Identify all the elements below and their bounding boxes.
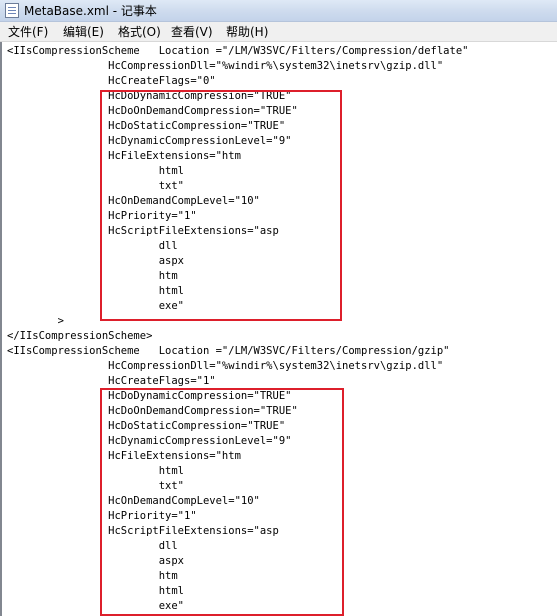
notepad-icon <box>5 3 19 18</box>
text-line: HcDoStaticCompression="TRUE" <box>7 420 286 432</box>
menu-edit[interactable]: 编辑(E) <box>63 24 104 40</box>
menu-bar: 文件(F) 编辑(E) 格式(O) 查看(V) 帮助(H) <box>0 22 557 42</box>
menu-format[interactable]: 格式(O) <box>118 24 161 40</box>
text-line: HcDoDynamicCompression="TRUE" <box>7 390 292 402</box>
text-line: </IIsCompressionScheme> <box>7 330 153 342</box>
text-line: > <box>7 315 64 327</box>
text-line: HcScriptFileExtensions="asp <box>7 525 279 537</box>
text-line: txt" <box>7 480 185 492</box>
text-line: html <box>7 465 185 477</box>
text-line: HcDoOnDemandCompression="TRUE" <box>7 405 298 417</box>
text-line: HcCreateFlags="1" <box>7 375 216 387</box>
text-line: HcOnDemandCompLevel="10" <box>7 195 260 207</box>
text-line: HcCompressionDll="%windir%\system32\inet… <box>7 360 444 372</box>
text-line: HcCreateFlags="0" <box>7 75 216 87</box>
menu-file[interactable]: 文件(F) <box>8 24 48 40</box>
text-line: HcFileExtensions="htm <box>7 450 241 462</box>
text-line: HcCompressionDll="%windir%\system32\inet… <box>7 60 444 72</box>
text-line: dll <box>7 540 178 552</box>
text-line: HcFileExtensions="htm <box>7 150 241 162</box>
text-line: html <box>7 285 185 297</box>
text-line: HcDoDynamicCompression="TRUE" <box>7 90 292 102</box>
text-line: HcPriority="1" <box>7 510 197 522</box>
text-line: aspx <box>7 555 185 567</box>
text-line: <IIsCompressionScheme Location ="/LM/W3S… <box>7 345 450 357</box>
window-title: MetaBase.xml - 记事本 <box>24 4 157 18</box>
text-line: exe" <box>7 300 185 312</box>
text-line: HcDynamicCompressionLevel="9" <box>7 135 292 147</box>
text-line: txt" <box>7 180 185 192</box>
menu-help[interactable]: 帮助(H) <box>226 24 268 40</box>
text-line: html <box>7 585 185 597</box>
notepad-window: MetaBase.xml - 记事本 文件(F) 编辑(E) 格式(O) 查看(… <box>0 0 557 616</box>
text-line: html <box>7 165 185 177</box>
text-line: HcDoStaticCompression="TRUE" <box>7 120 286 132</box>
text-line: htm <box>7 570 178 582</box>
text-line: HcDoOnDemandCompression="TRUE" <box>7 105 298 117</box>
text-editor-area[interactable]: <IIsCompressionScheme Location ="/LM/W3S… <box>0 42 557 616</box>
text-line: <IIsCompressionScheme Location ="/LM/W3S… <box>7 45 469 57</box>
text-line: HcPriority="1" <box>7 210 197 222</box>
text-line: dll <box>7 240 178 252</box>
text-line: aspx <box>7 255 185 267</box>
text-line: HcOnDemandCompLevel="10" <box>7 495 260 507</box>
text-line: HcScriptFileExtensions="asp <box>7 225 279 237</box>
text-line: exe" <box>7 600 185 612</box>
text-line: htm <box>7 270 178 282</box>
text-line: HcDynamicCompressionLevel="9" <box>7 435 292 447</box>
title-bar[interactable]: MetaBase.xml - 记事本 <box>0 0 557 22</box>
menu-view[interactable]: 查看(V) <box>171 24 213 40</box>
